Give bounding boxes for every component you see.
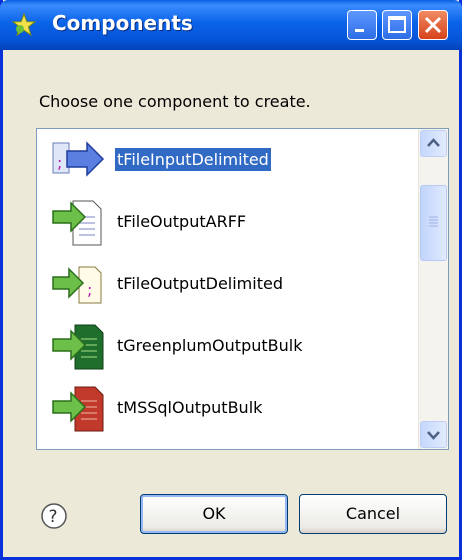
list-item-label: tMSSqlOutputBulk xyxy=(117,398,263,417)
chevron-up-icon xyxy=(427,138,440,147)
grip-icon xyxy=(429,216,438,227)
minimize-button[interactable] xyxy=(347,10,377,40)
mssql-output-bulk-icon xyxy=(52,386,104,432)
list-item[interactable]: ; tFileInputDelimited xyxy=(37,129,417,191)
greenplum-output-bulk-icon xyxy=(52,324,104,370)
help-icon[interactable]: ? xyxy=(39,501,69,531)
list-item[interactable]: tMSSqlOutputBulk xyxy=(37,377,417,439)
svg-text:;: ; xyxy=(57,153,62,172)
dialog-prompt: Choose one component to create. xyxy=(39,92,311,111)
svg-text:;: ; xyxy=(87,280,92,299)
close-button[interactable] xyxy=(418,10,448,40)
scroll-thumb[interactable] xyxy=(420,185,447,261)
list-item-label: tFileInputDelimited xyxy=(115,148,271,171)
chevron-down-icon xyxy=(427,431,440,440)
file-output-delimited-icon: ; xyxy=(52,266,102,304)
file-input-delimited-icon: ; xyxy=(52,141,105,177)
maximize-icon xyxy=(388,16,406,33)
scroll-up-button[interactable] xyxy=(420,130,447,157)
components-dialog: Components Choose one component to creat… xyxy=(0,0,462,560)
component-list[interactable]: ; tFileInputDelimited tFileOutputARFF ; … xyxy=(36,128,449,450)
close-icon xyxy=(424,16,442,34)
list-item[interactable]: tFileOutputARFF xyxy=(37,191,417,253)
list-item-label: tFileOutputARFF xyxy=(117,212,247,231)
file-output-arff-icon xyxy=(52,200,102,246)
svg-text:?: ? xyxy=(49,507,58,527)
title-bar[interactable]: Components xyxy=(0,0,462,50)
list-item[interactable]: ; tFileOutputDelimited xyxy=(37,253,417,315)
star-icon xyxy=(12,13,36,37)
list-item-label: tGreenplumOutputBulk xyxy=(117,336,303,355)
list-item-label: tFileOutputDelimited xyxy=(117,274,283,293)
vertical-scrollbar[interactable] xyxy=(418,129,448,449)
scroll-down-button[interactable] xyxy=(420,421,447,448)
maximize-button[interactable] xyxy=(382,10,412,40)
list-item[interactable]: tGreenplumOutputBulk xyxy=(37,315,417,377)
window-title: Components xyxy=(52,11,193,35)
cancel-button[interactable]: Cancel xyxy=(299,494,447,534)
ok-button[interactable]: OK xyxy=(140,494,288,534)
minimize-icon xyxy=(355,29,364,32)
